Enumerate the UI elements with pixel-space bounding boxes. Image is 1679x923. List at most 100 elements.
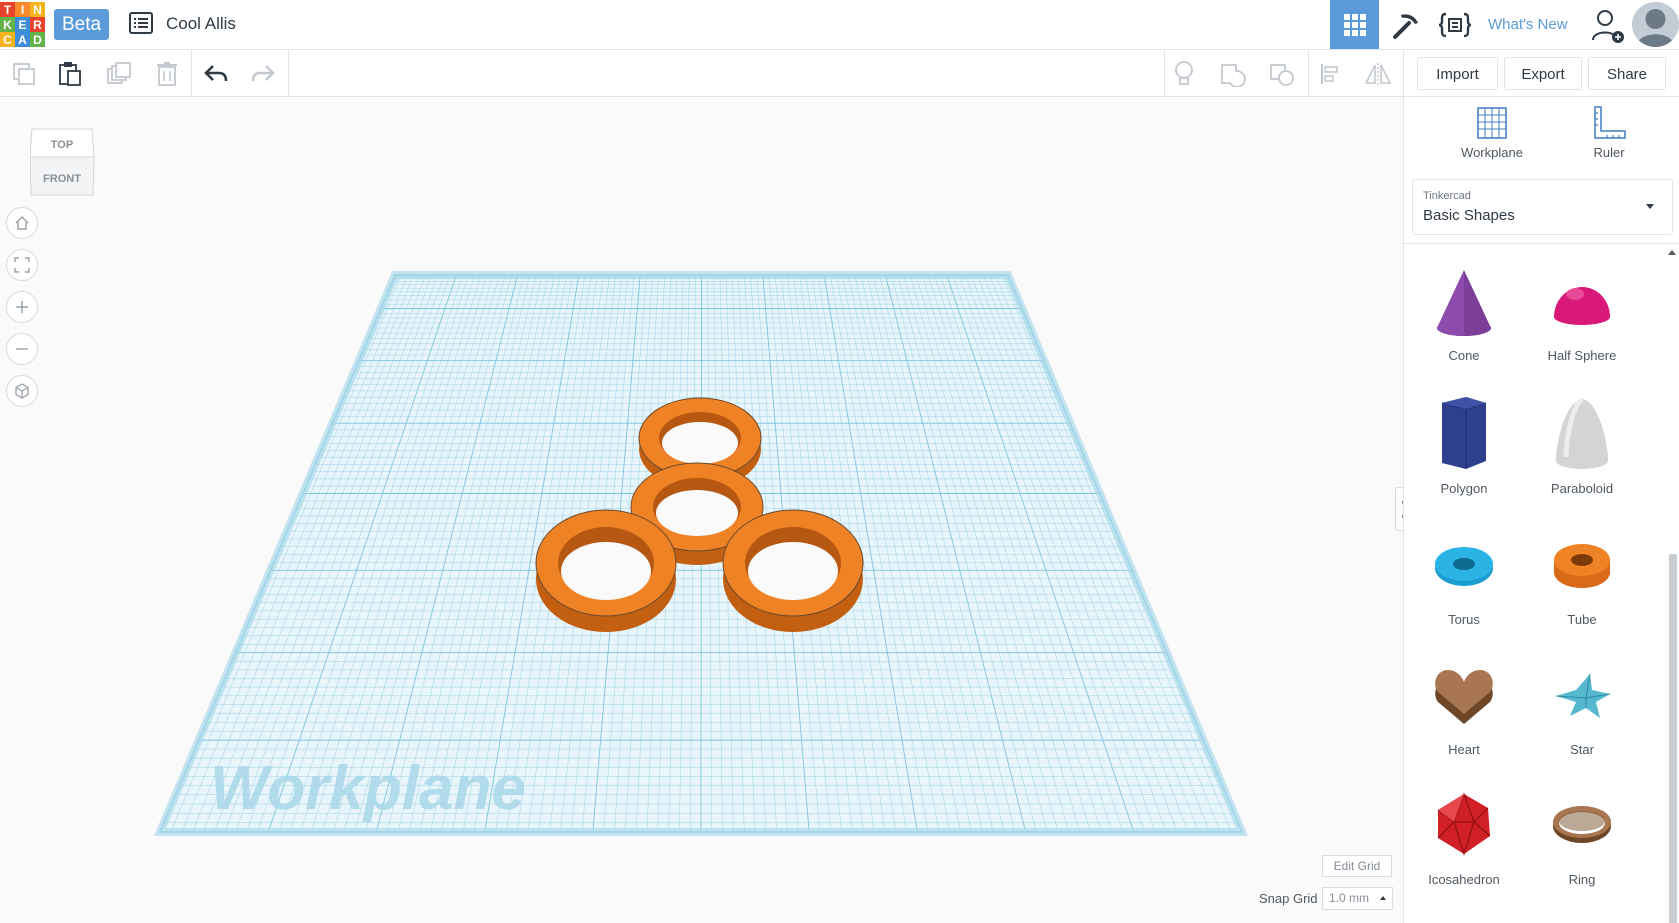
beta-badge[interactable]: Beta (54, 9, 110, 40)
group-icon (1221, 64, 1246, 87)
logo-letter: D (30, 32, 45, 47)
whats-new-link[interactable]: What's New (1488, 16, 1568, 33)
toolbar-divider (1403, 50, 1404, 96)
shape-label: Tube (1567, 612, 1597, 627)
shape-ring[interactable]: Ring (1522, 782, 1642, 906)
ruler-tool[interactable]: Ruler (1564, 105, 1654, 167)
export-button[interactable]: Export (1504, 57, 1582, 90)
logo-letter: N (30, 2, 45, 17)
shape-star[interactable]: Star (1522, 652, 1642, 776)
shape-label: Paraboloid (1550, 481, 1614, 496)
design-list-icon[interactable] (129, 12, 153, 34)
library-category: Tinkercad (1423, 190, 1471, 202)
top-header: T I N K E R C A D Beta Cool Allis What's… (0, 0, 1679, 50)
show-all-button[interactable] (1168, 58, 1200, 90)
viewcube-front-label[interactable]: FRONT (43, 173, 81, 185)
shape-label: Ring (1568, 872, 1596, 887)
shape-heart[interactable]: Heart (1404, 652, 1524, 776)
zoom-out-button[interactable] (6, 333, 38, 365)
toolbar-divider (1164, 50, 1165, 96)
zoom-in-button[interactable] (6, 291, 38, 323)
align-button[interactable] (1315, 58, 1347, 90)
logo-letter: R (30, 17, 45, 32)
snap-grid-label: Snap Grid (1259, 891, 1318, 906)
mirror-button[interactable] (1362, 58, 1394, 90)
shape-icosahedron[interactable]: Icosahedron (1404, 782, 1524, 906)
ungroup-icon (1270, 64, 1294, 86)
scroll-up-icon[interactable] (1668, 250, 1676, 255)
group-button[interactable] (1217, 58, 1249, 90)
user-avatar[interactable] (1632, 2, 1679, 47)
undo-button[interactable] (200, 58, 232, 90)
toolbar-divider (288, 50, 289, 96)
mirror-icon (1364, 63, 1392, 85)
shape-label: Polygon (1440, 481, 1488, 496)
lightbulb-icon (1175, 61, 1193, 85)
viewcube-top-label[interactable]: TOP (51, 139, 73, 151)
panel-scrollbar[interactable] (1669, 554, 1677, 923)
logo-letter: T (0, 2, 15, 17)
caret-down-icon (1646, 204, 1654, 209)
star-icon (1555, 673, 1611, 718)
perspective-button[interactable] (6, 375, 38, 407)
codeblocks-button[interactable] (1432, 0, 1478, 49)
share-button[interactable]: Share (1588, 57, 1666, 90)
3d-viewport[interactable]: Workplane TOP FRONT Edit Grid Snap Grid … (0, 97, 1403, 923)
edit-grid-button[interactable]: Edit Grid (1322, 855, 1392, 877)
shape-polygon[interactable]: Polygon (1404, 391, 1524, 515)
ungroup-button[interactable] (1266, 58, 1298, 90)
icosahedron-icon (1437, 792, 1491, 857)
workplane-watermark: Workplane (210, 754, 526, 823)
heart-icon (1435, 670, 1493, 724)
import-button[interactable]: Import (1417, 57, 1498, 90)
delete-button[interactable] (151, 58, 183, 90)
shape-cone[interactable]: Cone (1404, 262, 1524, 386)
workplane-grid[interactable]: Workplane (0, 97, 1403, 923)
shape-tube[interactable]: Tube (1522, 522, 1642, 646)
grid-icon (1343, 13, 1366, 36)
shape-label: Half Sphere (1547, 348, 1617, 363)
fit-view-icon (14, 257, 30, 273)
home-view-button[interactable] (6, 207, 38, 239)
home-icon (15, 216, 29, 230)
duplicate-button[interactable] (103, 58, 135, 90)
paste-button[interactable] (54, 58, 86, 90)
logo-letter: A (15, 32, 30, 47)
view-cube[interactable]: TOP FRONT (30, 123, 96, 198)
fit-view-button[interactable] (6, 249, 38, 281)
ring-left[interactable] (535, 509, 677, 632)
blocks-button[interactable] (1383, 0, 1429, 49)
shape-library-dropdown[interactable]: Tinkercad Basic Shapes (1412, 179, 1673, 235)
paste-icon (59, 62, 81, 86)
3d-view-button[interactable] (1330, 0, 1379, 49)
toolbar-divider (1308, 50, 1309, 96)
copy-icon (13, 63, 35, 85)
logo-letter: K (0, 17, 15, 32)
pickaxe-icon (1393, 13, 1418, 39)
workplane-tool[interactable]: Workplane (1447, 105, 1537, 167)
logo-letter: I (15, 2, 30, 17)
avatar-icon (1632, 2, 1679, 47)
align-icon (1321, 64, 1338, 84)
minus-icon (16, 348, 28, 350)
tinkercad-logo[interactable]: T I N K E R C A D (0, 2, 45, 47)
plus-icon (16, 301, 28, 313)
cone-icon (1437, 270, 1491, 336)
ring-icon (1553, 806, 1611, 843)
ring-right[interactable] (722, 509, 864, 632)
trash-icon (157, 62, 177, 86)
shape-torus[interactable]: Torus (1404, 522, 1524, 646)
design-name[interactable]: Cool Allis (166, 14, 236, 34)
add-user-button[interactable] (1590, 6, 1626, 44)
panel-collapse-button[interactable]: ⟩ (1395, 487, 1403, 531)
snap-grid-select[interactable]: 1.0 mm (1322, 887, 1393, 910)
shape-half-sphere[interactable]: Half Sphere (1522, 262, 1642, 386)
copy-button[interactable] (8, 58, 40, 90)
shapes-panel: Workplane Ruler Tinkercad Basic Shapes C… (1403, 97, 1679, 923)
shape-paraboloid[interactable]: Paraboloid (1522, 391, 1642, 515)
shape-label: Cone (1448, 348, 1480, 363)
paraboloid-icon (1556, 396, 1608, 469)
redo-button[interactable] (247, 58, 279, 90)
library-name: Basic Shapes (1423, 207, 1515, 224)
redo-icon (251, 65, 275, 82)
